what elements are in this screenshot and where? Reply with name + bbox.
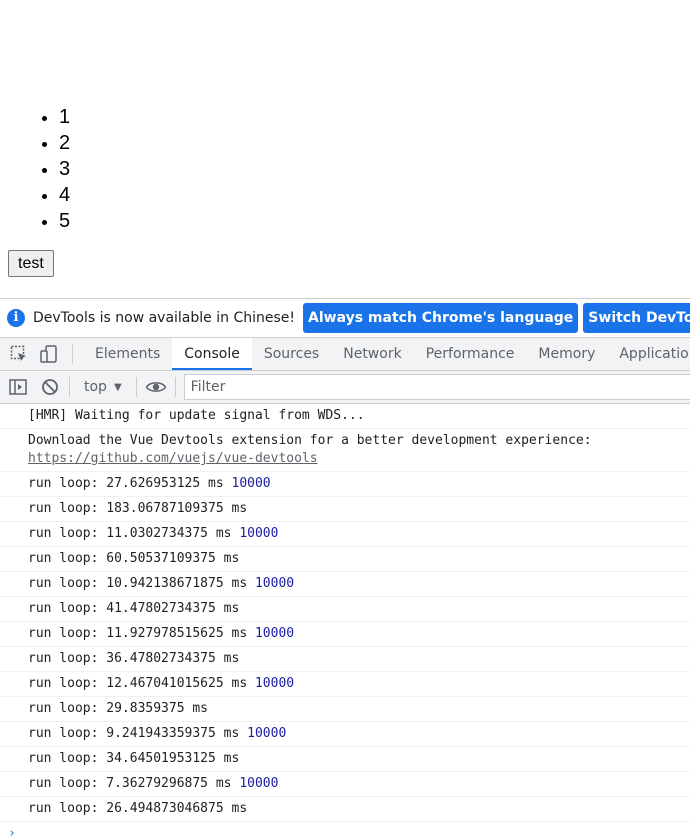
log-entry: run loop: 36.47802734375 ms [0,647,690,672]
log-text: [HMR] Waiting for update signal from WDS… [28,408,365,423]
info-icon: i [7,309,25,327]
log-entry: run loop: 29.8359375 ms [0,697,690,722]
log-number: 10000 [231,476,271,491]
devtools-tabbar: Elements Console Sources Network Perform… [0,337,690,371]
list-item: 2 [59,130,70,156]
log-entry: [HMR] Waiting for update signal from WDS… [0,404,690,429]
log-entry: run loop: 11.0302734375 ms 10000 [0,522,690,547]
log-text: Download the Vue Devtools extension for … [28,433,592,448]
context-label: top [84,379,107,395]
log-entry: run loop: 34.64501953125 ms [0,747,690,772]
console-toolbar: top ▼ [0,371,690,404]
log-text: run loop: 29.8359375 ms [28,701,209,716]
divider [69,377,70,397]
list-item: 5 [59,208,70,234]
filter-input[interactable] [183,374,690,400]
match-language-button[interactable]: Always match Chrome's language [303,303,579,333]
list-item: 1 [59,104,70,130]
number-list: 1 2 3 4 5 [0,104,70,234]
log-number: 10000 [239,526,279,541]
log-text: run loop: 41.47802734375 ms [28,601,240,616]
infobar-message: DevTools is now available in Chinese! [33,310,295,326]
log-text: run loop: 10.942138671875 ms [28,576,248,591]
log-entry: run loop: 60.50537109375 ms [0,547,690,572]
divider [174,377,176,397]
tab-memory[interactable]: Memory [526,338,607,370]
log-entry: run loop: 7.36279296875 ms 10000 [0,772,690,797]
log-entry: Download the Vue Devtools extension for … [0,429,690,472]
console-prompt[interactable]: › [0,822,690,840]
prompt-chevron-icon: › [8,826,16,840]
log-number: 10000 [254,676,295,691]
switch-language-button[interactable]: Switch DevTools to Chinese [583,303,690,333]
vue-devtools-link[interactable]: https://github.com/vuejs/vue-devtools [28,451,318,466]
log-number: 10000 [254,576,295,591]
sidebar-toggle-icon[interactable] [7,376,29,398]
log-number: 10000 [254,626,295,641]
devtools-panel: i DevTools is now available in Chinese! … [0,298,690,840]
tab-sources[interactable]: Sources [252,338,331,370]
clear-console-icon[interactable] [39,376,61,398]
eye-icon[interactable] [145,376,167,398]
log-text: run loop: 60.50537109375 ms [28,551,240,566]
log-text: run loop: 7.36279296875 ms [28,776,232,791]
log-text: run loop: 12.467041015625 ms [28,676,248,691]
device-toolbar-icon[interactable] [38,343,60,365]
log-text: run loop: 11.0302734375 ms [28,526,232,541]
log-text: run loop: 34.64501953125 ms [28,751,240,766]
list-item: 4 [59,182,70,208]
context-selector[interactable]: top ▼ [78,379,128,395]
log-text: run loop: 27.626953125 ms [28,476,224,491]
log-entry: run loop: 12.467041015625 ms 10000 [0,672,690,697]
log-entry: run loop: 26.494873046875 ms [0,797,690,822]
tab-performance[interactable]: Performance [414,338,527,370]
test-button[interactable]: test [8,250,54,277]
caret-down-icon: ▼ [113,381,122,393]
log-number: 10000 [247,726,287,741]
log-text: run loop: 26.494873046875 ms [28,801,248,816]
log-entry: run loop: 41.47802734375 ms [0,597,690,622]
log-text: run loop: 183.06787109375 ms [28,501,248,516]
log-text: run loop: 11.927978515625 ms [28,626,248,641]
log-entry: run loop: 27.626953125 ms 10000 [0,472,690,497]
page-content: 1 2 3 4 5 test [0,0,690,300]
divider [135,377,137,397]
language-infobar: i DevTools is now available in Chinese! … [0,299,690,337]
tab-application[interactable]: Application [607,338,690,370]
inspect-element-icon[interactable] [8,343,30,365]
log-number: 10000 [239,776,279,791]
tab-network[interactable]: Network [331,338,413,370]
log-entry: run loop: 9.241943359375 ms 10000 [0,722,690,747]
log-text: run loop: 36.47802734375 ms [28,651,240,666]
log-text: run loop: 9.241943359375 ms [28,726,240,741]
log-entry: run loop: 11.927978515625 ms 10000 [0,622,690,647]
tab-console[interactable]: Console [172,338,252,370]
log-entry: run loop: 10.942138671875 ms 10000 [0,572,690,597]
divider [72,344,73,364]
list-item: 3 [59,156,70,182]
log-entry: run loop: 183.06787109375 ms [0,497,690,522]
console-messages: [HMR] Waiting for update signal from WDS… [0,404,690,840]
tab-elements[interactable]: Elements [83,338,172,370]
